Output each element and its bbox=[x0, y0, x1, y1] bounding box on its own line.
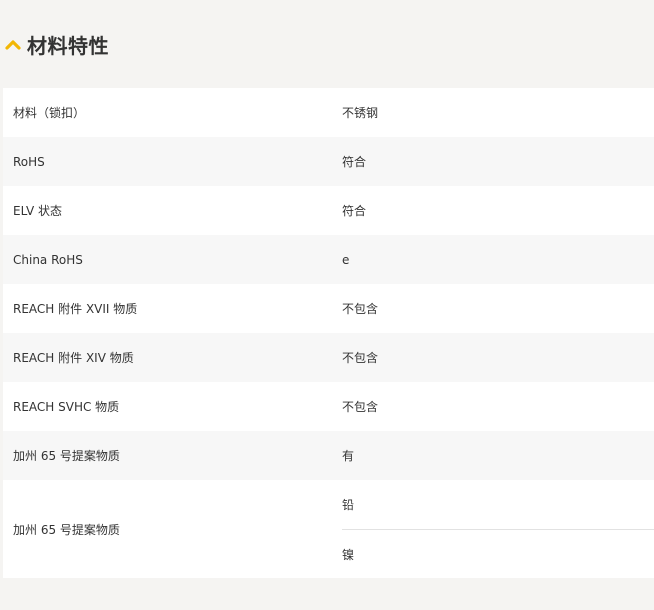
row-value-list: 铅 镍 bbox=[342, 480, 654, 578]
row-label: REACH 附件 XVII 物质 bbox=[13, 302, 138, 316]
row-label: 加州 65 号提案物质 bbox=[13, 449, 120, 463]
row-sub-value: 镍 bbox=[342, 529, 654, 578]
material-properties-table: 材料（锁扣） 不锈钢 RoHS 符合 ELV 状态 符合 China RoHS … bbox=[3, 88, 654, 578]
section-title: 材料特性 bbox=[27, 33, 109, 58]
row-label: 材料（锁扣） bbox=[13, 106, 86, 120]
table-row: REACH 附件 XVII 物质 不包含 bbox=[3, 284, 654, 333]
row-value: 符合 bbox=[342, 155, 367, 169]
table-row: REACH 附件 XIV 物质 不包含 bbox=[3, 333, 654, 382]
row-label: China RoHS bbox=[13, 252, 83, 267]
chevron-up-icon[interactable] bbox=[2, 33, 24, 55]
row-label: REACH 附件 XIV 物质 bbox=[13, 351, 134, 365]
table-row: RoHS 符合 bbox=[3, 137, 654, 186]
table-row: China RoHS e bbox=[3, 235, 654, 284]
row-value: 不包含 bbox=[342, 400, 379, 414]
table-row-multi: 加州 65 号提案物质 铅 镍 bbox=[3, 480, 654, 578]
row-label: RoHS bbox=[13, 154, 45, 169]
row-sub-value: 铅 bbox=[342, 498, 355, 512]
row-value: e bbox=[342, 252, 350, 267]
table-row: ELV 状态 符合 bbox=[3, 186, 654, 235]
row-label: 加州 65 号提案物质 bbox=[13, 522, 120, 537]
row-value: 有 bbox=[342, 449, 355, 463]
row-value: 符合 bbox=[342, 204, 367, 218]
row-label: REACH SVHC 物质 bbox=[13, 400, 120, 414]
table-row: 加州 65 号提案物质 有 bbox=[3, 431, 654, 480]
row-label: ELV 状态 bbox=[13, 204, 62, 218]
table-row: REACH SVHC 物质 不包含 bbox=[3, 382, 654, 431]
row-value: 不锈钢 bbox=[342, 106, 379, 120]
row-value: 不包含 bbox=[342, 351, 379, 365]
section-header[interactable]: 材料特性 bbox=[0, 22, 109, 66]
row-value: 不包含 bbox=[342, 302, 379, 316]
table-row: 材料（锁扣） 不锈钢 bbox=[3, 88, 654, 137]
